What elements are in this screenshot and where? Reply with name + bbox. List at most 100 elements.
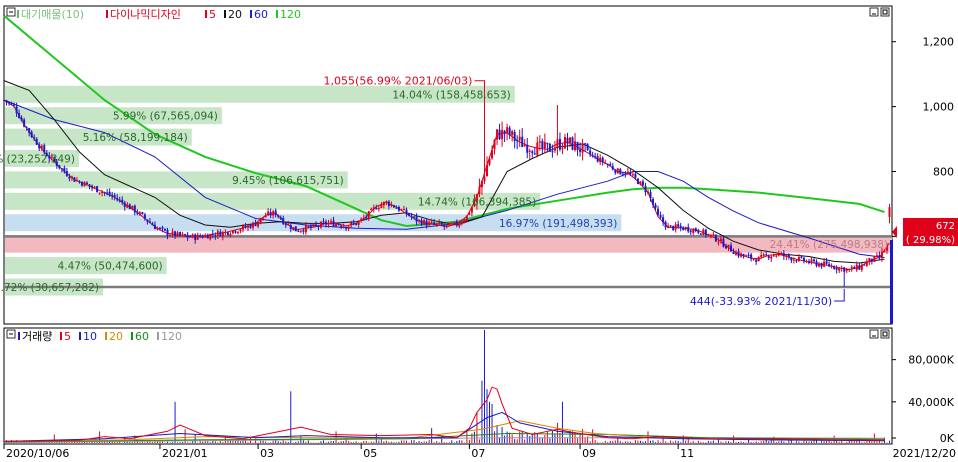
candle-body <box>307 226 310 228</box>
candle-body <box>772 255 775 257</box>
volume-profile-label: 9.45% (106,615,751) <box>232 175 344 187</box>
candle-body <box>601 157 604 163</box>
candle-body <box>448 222 451 226</box>
candle-body <box>287 224 290 226</box>
candle-body <box>116 197 119 200</box>
legend-ma-label: 120 <box>280 8 301 21</box>
candle-body <box>415 215 418 222</box>
candle-body <box>128 204 131 210</box>
candle-body <box>186 234 189 238</box>
candle-body <box>93 186 96 188</box>
candle-body <box>289 225 292 230</box>
volume-plot-frame <box>3 327 893 445</box>
legend-ma-marker <box>224 10 226 18</box>
legend-ma-marker <box>105 332 107 340</box>
candle-body <box>664 221 667 228</box>
price-tick-label: 1,000 <box>923 101 955 114</box>
candle-body <box>880 251 883 259</box>
legend-ma-marker <box>131 332 133 340</box>
legend-vp-title: 대기매물(10) <box>21 8 84 21</box>
candle-body <box>199 235 202 237</box>
candle-body <box>543 141 546 149</box>
candle-body <box>556 139 559 148</box>
candle-body <box>269 211 272 216</box>
candle-body <box>596 156 599 162</box>
candle-body <box>299 230 302 232</box>
candle-body <box>314 224 317 226</box>
candle-body <box>169 235 172 237</box>
candle-body <box>636 178 639 184</box>
volume-tick-label: 40,000K <box>908 396 954 409</box>
candle-body <box>440 222 443 225</box>
candle-body <box>247 225 250 228</box>
date-tick-label: 2021/01 <box>162 447 208 460</box>
legend-ma-marker <box>157 332 159 340</box>
legend-ma-marker <box>60 332 62 340</box>
candle-body <box>566 137 569 144</box>
candle-body <box>264 215 267 218</box>
candle-body <box>146 219 149 222</box>
candle-body <box>241 225 244 230</box>
candle-body <box>840 267 843 269</box>
candle-body <box>332 220 335 227</box>
candle-body <box>865 261 868 266</box>
candle-body <box>410 215 413 217</box>
candle-body <box>445 225 448 227</box>
candle-body <box>229 234 232 236</box>
candle-body <box>689 230 692 233</box>
candle-body <box>309 226 312 228</box>
candle-body <box>619 169 622 175</box>
candle-body <box>581 143 584 153</box>
candle-body <box>458 223 461 227</box>
minimize-icon[interactable] <box>869 7 879 17</box>
candle-body <box>453 221 456 223</box>
candle-body <box>292 227 295 230</box>
legend-ma-label: 120 <box>161 330 182 343</box>
candle-body <box>616 168 619 174</box>
candle-body <box>579 149 582 152</box>
legend-vp-marker <box>17 10 19 18</box>
candle-body <box>35 138 38 145</box>
volume-maximize-icon[interactable] <box>880 329 890 339</box>
date-tick-label: 09 <box>582 447 596 460</box>
candle-body <box>10 103 13 105</box>
candle-body <box>870 258 873 262</box>
candle-body <box>584 143 587 145</box>
candle-body <box>65 171 68 176</box>
date-tick-label: 2020/10/06 <box>6 447 69 460</box>
candle-body <box>133 205 136 213</box>
candle-body <box>322 221 325 223</box>
candle-body <box>33 137 36 139</box>
candle-body <box>699 233 702 235</box>
candle-body <box>113 195 116 198</box>
candle-body <box>833 266 836 269</box>
candle-body <box>767 256 770 259</box>
candle-body <box>121 199 124 203</box>
upper-panel: 2.72% (30,657,282) 4.47% (50,474,600) 24.4… <box>0 5 893 325</box>
candle-body <box>385 201 388 203</box>
candle-body <box>136 211 139 214</box>
candle-body <box>875 255 878 257</box>
candle-body <box>123 202 126 207</box>
candle-body <box>380 204 383 208</box>
volume-minimize-icon[interactable] <box>869 329 879 339</box>
candle-body <box>302 230 305 232</box>
candle-body <box>659 214 662 218</box>
candle-body <box>485 164 488 177</box>
candle-body <box>679 225 682 228</box>
candle-body <box>820 263 823 267</box>
candle-body <box>518 136 521 141</box>
candle-body <box>161 227 164 229</box>
candle-body <box>853 267 856 270</box>
candle-body <box>126 204 129 208</box>
candle-body <box>352 223 355 225</box>
candle-body <box>848 268 851 270</box>
candle-body <box>337 224 340 226</box>
candle-body <box>503 130 506 134</box>
candle-body <box>96 186 99 193</box>
candle-body <box>38 144 41 149</box>
candle-body <box>25 126 28 128</box>
candle-body <box>830 265 833 268</box>
maximize-icon[interactable] <box>880 7 890 17</box>
candle-body <box>589 150 592 155</box>
